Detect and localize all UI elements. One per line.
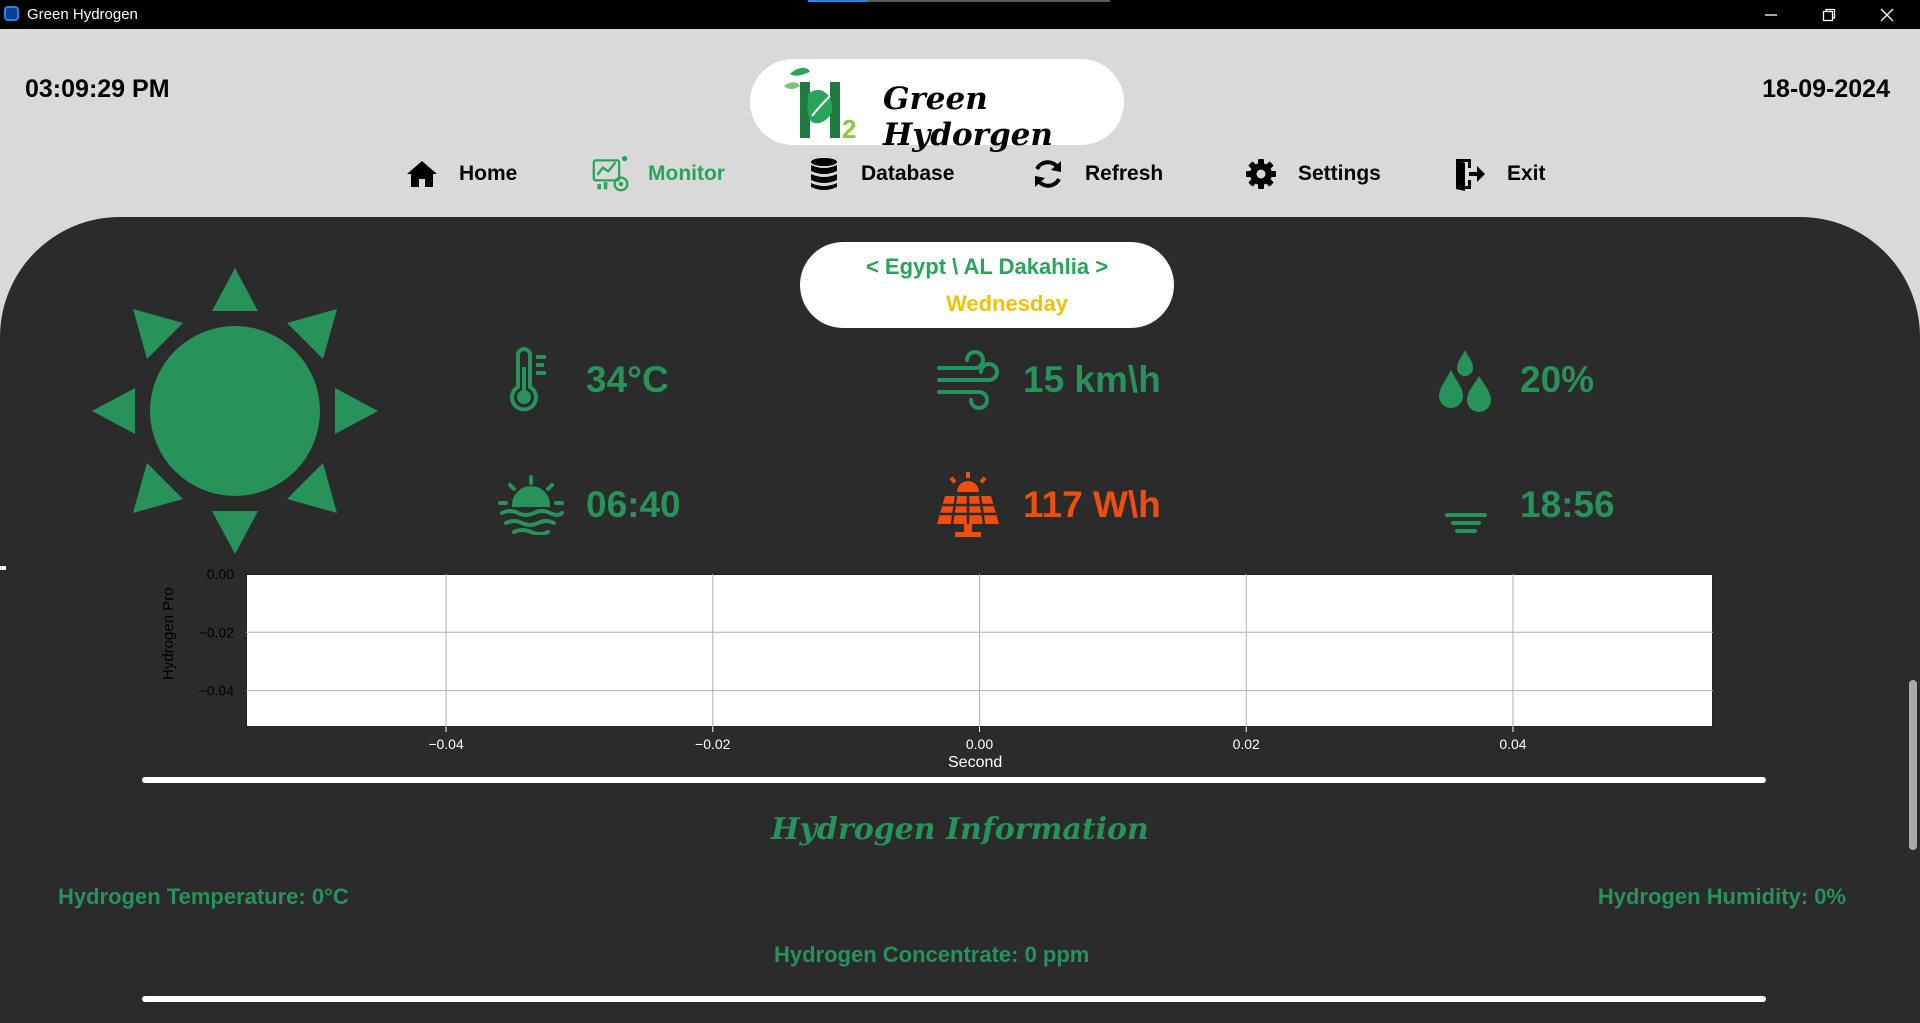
- nav-exit-label: Exit: [1507, 162, 1546, 185]
- sunrise-value: 06:40: [586, 484, 681, 525]
- y-tick-label: −0.04: [199, 683, 235, 699]
- nav-database-label: Database: [861, 162, 955, 185]
- title-progress-strip: [808, 0, 1110, 2]
- sunrise-metric: 06:40: [498, 472, 681, 538]
- nav-refresh[interactable]: Refresh: [1029, 154, 1163, 194]
- logo-text: Green Hydorgen: [883, 81, 1053, 153]
- solar-metric: 117 W\h: [935, 472, 1161, 538]
- window-title: Green Hydrogen: [27, 6, 138, 23]
- nav-refresh-label: Refresh: [1085, 162, 1164, 185]
- hydrogen-concentrate: Hydrogen Concentrate: 0 ppm: [774, 942, 1090, 967]
- minimize-icon[interactable]: [1742, 0, 1800, 29]
- monitor-icon: [592, 155, 630, 193]
- nav-home-label: Home: [459, 162, 518, 185]
- date-display: 18-09-2024: [1762, 75, 1890, 103]
- x-tick-label: 0.02: [1233, 736, 1260, 752]
- moonrise-icon: [1432, 472, 1498, 538]
- svg-text:2: 2: [842, 114, 856, 142]
- wind-metric: 15 km\h: [935, 347, 1161, 413]
- nav-home[interactable]: Home: [403, 154, 517, 194]
- wind-icon: [935, 347, 1001, 413]
- gear-icon: [1242, 155, 1280, 193]
- app-logo: 2 Green Hydorgen: [750, 59, 1124, 153]
- solar-panel-icon: [935, 472, 1001, 538]
- sunset-value: 18:56: [1520, 484, 1615, 525]
- nav-monitor[interactable]: Monitor: [592, 154, 725, 194]
- database-icon: [805, 155, 843, 193]
- nav-exit[interactable]: Exit: [1451, 154, 1546, 194]
- nav-settings[interactable]: Settings: [1242, 154, 1381, 194]
- water-drops-icon: [1432, 347, 1498, 413]
- hydrogen-production-chart: −0.04 −0.02 0.00 0.02 0.04 0.00 −0.02 −0.04: [199, 566, 1713, 752]
- x-tick-label: 0.04: [1499, 736, 1526, 752]
- header-bar: 03:09:29 PM 18-09-2024 2 Green Hydorgen: [0, 29, 1920, 217]
- separator-top: [142, 777, 1766, 783]
- refresh-icon: [1029, 155, 1067, 193]
- home-icon: [403, 155, 441, 193]
- nav-monitor-label: Monitor: [648, 162, 725, 185]
- sunrise-icon: [498, 472, 564, 538]
- clock: 03:09:29 PM: [25, 75, 170, 103]
- scrollbar-thumb[interactable]: [1909, 680, 1917, 850]
- temperature-value: 34°C: [586, 359, 669, 400]
- app-icon: [4, 6, 19, 21]
- window-titlebar: Green Hydrogen: [0, 0, 1920, 29]
- sunset-metric: 18:56: [1432, 472, 1615, 538]
- temperature-metric: 34°C: [498, 347, 669, 413]
- humidity-metric: 20%: [1432, 347, 1594, 413]
- weekday-label: Wednesday: [946, 291, 1068, 316]
- exit-icon: [1451, 155, 1489, 193]
- y-tick-label: 0.00: [207, 566, 234, 582]
- location-card[interactable]: < Egypt \ AL Dakahlia > Wednesday: [800, 242, 1174, 328]
- wind-value: 15 km\h: [1023, 359, 1161, 400]
- nav-database[interactable]: Database: [805, 154, 954, 194]
- y-tick-label: −0.02: [199, 624, 235, 640]
- nav-settings-label: Settings: [1298, 162, 1381, 185]
- hydrogen-info-title: Hydrogen Information: [771, 812, 1149, 847]
- separator-bottom: [142, 996, 1766, 1002]
- x-tick-label: −0.04: [428, 736, 464, 752]
- x-tick-label: 0.00: [966, 736, 993, 752]
- thermometer-icon: [498, 347, 564, 413]
- h2-leaf-logo-icon: 2: [784, 67, 856, 142]
- chart-y-label: Hydrogen Pro: [160, 587, 177, 680]
- solar-value: 117 W\h: [1023, 484, 1161, 525]
- sun-icon: [92, 268, 378, 554]
- hydrogen-humidity: Hydrogen Humidity: 0%: [1597, 884, 1846, 909]
- hydrogen-temperature: Hydrogen Temperature: 0°C: [58, 884, 349, 909]
- location-selector[interactable]: < Egypt \ AL Dakahlia >: [800, 254, 1174, 280]
- close-icon[interactable]: [1858, 0, 1916, 29]
- chart-x-label: Second: [948, 754, 1003, 771]
- restore-icon[interactable]: [1800, 0, 1858, 29]
- humidity-value: 20%: [1520, 359, 1595, 400]
- x-tick-label: −0.02: [695, 736, 731, 752]
